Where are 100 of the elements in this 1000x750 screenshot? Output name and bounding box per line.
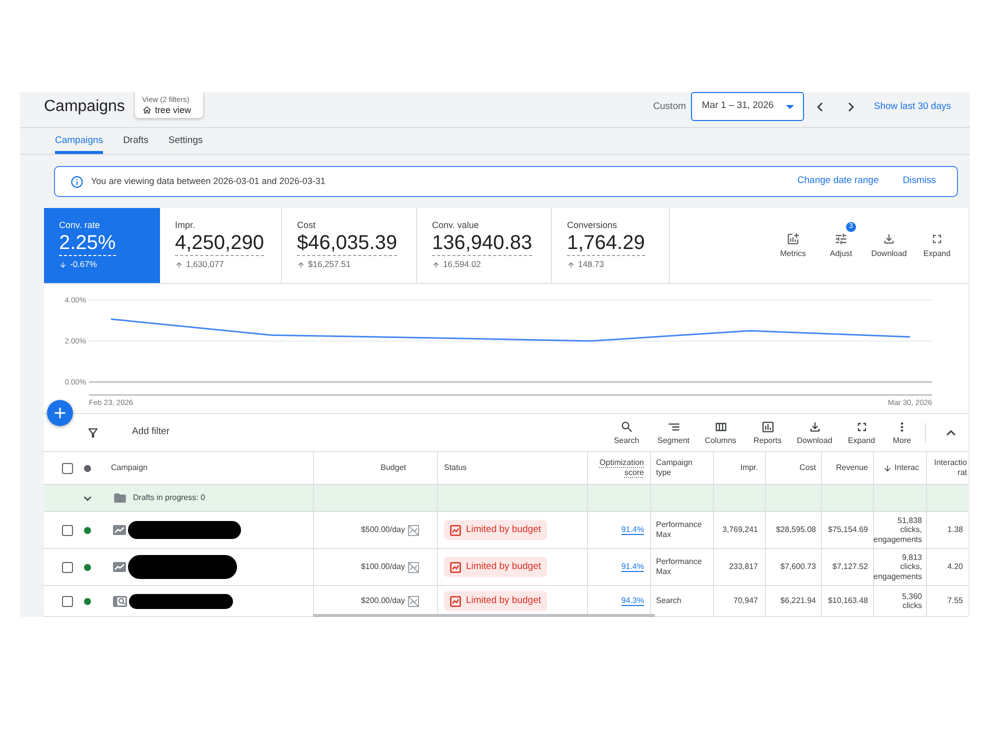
column-header[interactable]: Status (444, 463, 467, 473)
home-icon (142, 105, 152, 115)
download-icon (808, 420, 822, 434)
chart-action-button[interactable]: Adjust (817, 232, 865, 259)
group-label: Drafts in progress: 0 (133, 492, 206, 504)
interactions-value: 9,813 clicks, engagements (874, 552, 922, 582)
metric-change: 1,630,077 (186, 259, 224, 270)
toolbar-button[interactable]: Columns (697, 420, 744, 446)
metric-change: 148.73 (578, 259, 604, 270)
column-header[interactable]: Campaign (111, 463, 148, 473)
metric-change: 16,594.02 (443, 259, 481, 270)
revenue-value: $7,127.52 (832, 562, 868, 572)
trend-chart-icon (450, 562, 461, 572)
tab[interactable]: Campaigns (55, 128, 104, 154)
metric-change: -0.67% (70, 259, 97, 270)
page-title: Campaigns (44, 97, 125, 117)
metric-card[interactable]: Conv. rate 2.25% -0.67% (44, 208, 160, 283)
folder-icon (113, 491, 127, 505)
cost-value: $7,600.73 (780, 562, 816, 572)
column-header[interactable]: Revenue (836, 463, 868, 473)
campaign-type-text: Search (656, 596, 682, 606)
chart-off-icon (408, 596, 419, 606)
interaction-rate-value: 7.55 (947, 596, 963, 606)
metric-label: Conversions (567, 219, 618, 231)
metric-label: Conv. rate (59, 219, 100, 231)
chart-off-icon (408, 524, 419, 536)
banner-action-link[interactable]: Dismiss (902, 174, 936, 189)
trend-chart-icon (113, 525, 126, 535)
budget-value: $100.00/day (360, 562, 405, 572)
status-button[interactable]: Limited by budget (444, 557, 547, 577)
metric-label: Impr. (175, 219, 196, 231)
status-button[interactable]: Limited by budget (444, 520, 547, 540)
status-button[interactable]: Limited by budget (444, 591, 547, 611)
metric-value: 136,940.83 (432, 231, 532, 256)
chart-action-button[interactable]: Metrics (769, 232, 817, 259)
optimization-score-link[interactable]: 94.3% (621, 596, 644, 606)
metric-label: Cost (297, 219, 316, 231)
cost-value: $6,221.94 (780, 596, 816, 606)
impressions-value: 233,817 (729, 562, 758, 572)
add-filter-button[interactable]: Add filter (86, 425, 170, 440)
revenue-value: $75,154.69 (828, 525, 868, 535)
caret-icon (786, 104, 794, 108)
banner-action-link[interactable]: Change date range (797, 174, 879, 189)
revenue-value: $10,163.48 (828, 596, 868, 606)
column-header[interactable]: Interactio rat (934, 458, 967, 478)
column-header[interactable]: Cost (800, 463, 816, 473)
checkbox[interactable] (62, 462, 73, 474)
interaction-rate-value: 1.38 (947, 525, 963, 535)
impressions-value: 3,769,241 (722, 525, 758, 535)
tab[interactable]: Drafts (123, 128, 148, 154)
trend-chart-icon (450, 596, 461, 606)
download-icon (882, 232, 896, 246)
bar-chart-icon (760, 420, 774, 434)
trend-chart-icon (450, 524, 461, 536)
metric-value: 4,250,290 (175, 231, 264, 256)
column-header[interactable]: Interac (882, 463, 919, 473)
metric-label: Conv. value (432, 219, 479, 231)
budget-value: $500.00/day (360, 525, 405, 535)
interactions-value: 51,838 clicks, engagements (874, 516, 922, 544)
metric-change: $16,257.51 (308, 259, 351, 270)
sliders-icon (834, 232, 848, 246)
toolbar-button[interactable]: More (885, 420, 919, 446)
banner-message: You are viewing data between 2026-03-01 and 2026-03-31 (91, 174, 326, 188)
search-icon (620, 420, 634, 434)
column-header[interactable]: Campaign type (656, 458, 692, 478)
add-chart-icon (786, 232, 800, 246)
horizontal-scrollbar[interactable] (313, 614, 655, 617)
campaign-type-text: Performance Max (656, 557, 703, 577)
tab[interactable]: Settings (168, 128, 203, 154)
info-icon (70, 174, 84, 188)
toolbar-button[interactable]: Reports (744, 420, 791, 446)
date-label: Custom (653, 100, 686, 114)
cost-value: $28,595.08 (776, 525, 816, 535)
toolbar-button[interactable]: Expand (838, 420, 885, 446)
expand-icon (930, 232, 944, 246)
metric-value: 1,764.29 (567, 231, 645, 256)
impressions-value: 70,947 (734, 596, 758, 606)
column-header[interactable]: Optimization score (600, 458, 644, 478)
column-header[interactable]: Impr. (740, 463, 758, 473)
search-window-icon (113, 596, 127, 606)
optimization-score-link[interactable]: 91.4% (621, 562, 644, 572)
interactions-value: 5,360 clicks (902, 592, 922, 610)
checkbox[interactable] (62, 562, 73, 572)
chart-off-icon (408, 562, 419, 572)
show-last-30-days-link[interactable]: Show last 30 days (874, 100, 951, 114)
checkbox[interactable] (62, 524, 73, 536)
column-header[interactable]: Budget (380, 463, 406, 473)
toolbar-button[interactable]: Download (791, 420, 838, 446)
toolbar-button[interactable]: Segment (650, 420, 697, 446)
chart-action-button[interactable]: Expand (913, 232, 961, 259)
metric-value: $46,035.39 (297, 231, 398, 256)
campaign-type-text: Performance Max (656, 520, 703, 540)
toolbar-button[interactable]: Search (603, 420, 650, 446)
optimization-score-link[interactable]: 91.4% (621, 525, 644, 535)
trend-chart-icon (113, 562, 126, 572)
interaction-rate-value: 4.20 (947, 562, 963, 572)
budget-value: $200.00/day (360, 596, 405, 606)
chart-action-button[interactable]: Download (865, 232, 913, 259)
date-range-dropdown[interactable]: Mar 1 – 31, 2026 (690, 92, 804, 121)
checkbox[interactable] (62, 596, 73, 606)
